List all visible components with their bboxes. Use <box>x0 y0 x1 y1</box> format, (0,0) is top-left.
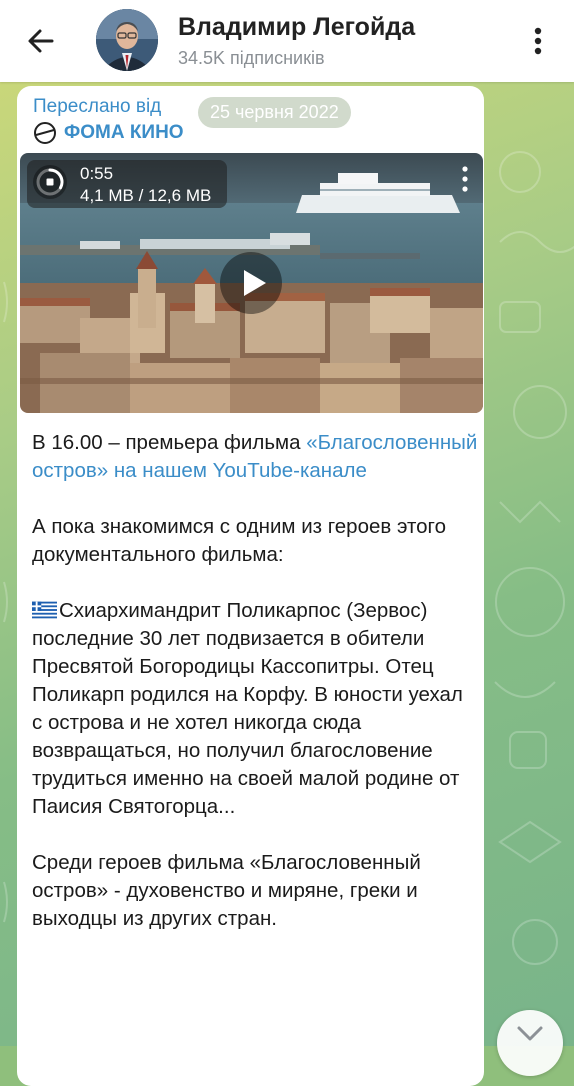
greek-flag-icon <box>32 601 57 619</box>
more-options-button[interactable] <box>524 22 552 60</box>
message-text: В 16.00 – премьера фильма «Благословенны… <box>32 429 478 933</box>
scroll-down-button[interactable] <box>497 1010 563 1076</box>
channel-logo-icon <box>34 122 56 144</box>
play-icon <box>220 252 282 314</box>
play-button[interactable] <box>219 251 283 315</box>
download-progress-icon <box>33 165 67 199</box>
more-vertical-icon <box>462 166 468 192</box>
more-vertical-icon <box>534 27 542 55</box>
download-button[interactable] <box>31 163 69 201</box>
paragraph-premiere: В 16.00 – премьера фильма «Благословенны… <box>32 429 478 485</box>
paragraph-intro: А пока знакомимся с одним из героев этог… <box>32 515 446 566</box>
premiere-text: В 16.00 – премьера фильма <box>32 431 307 454</box>
chat-header: Владимир Легойда 34.5K підписників <box>0 0 574 82</box>
paragraph-heroes: Среди героев фильма «Благословенный остр… <box>32 851 421 930</box>
date-badge: 25 червня 2022 <box>198 97 351 128</box>
video-size: 4,1 MB / 12,6 MB <box>80 186 212 205</box>
channel-name[interactable]: Владимир Легойда <box>178 13 415 42</box>
paragraph-hero: Схиархимандрит Поликарпос (Зервос) после… <box>32 597 478 821</box>
channel-avatar[interactable] <box>96 9 158 71</box>
forwarded-source-link[interactable]: ФОМА КИНО <box>64 122 184 144</box>
hero-text: Схиархимандрит Поликарпос (Зервос) после… <box>32 599 463 818</box>
arrow-left-icon <box>28 29 54 53</box>
chevron-down-icon <box>517 1026 543 1041</box>
video-duration: 0:55 <box>80 164 114 183</box>
back-button[interactable] <box>22 22 60 60</box>
video-menu-button[interactable] <box>456 164 474 194</box>
subscriber-count: 34.5K підписників <box>178 48 325 68</box>
avatar-photo <box>96 9 158 71</box>
forwarded-label: Переслано від <box>33 96 162 117</box>
